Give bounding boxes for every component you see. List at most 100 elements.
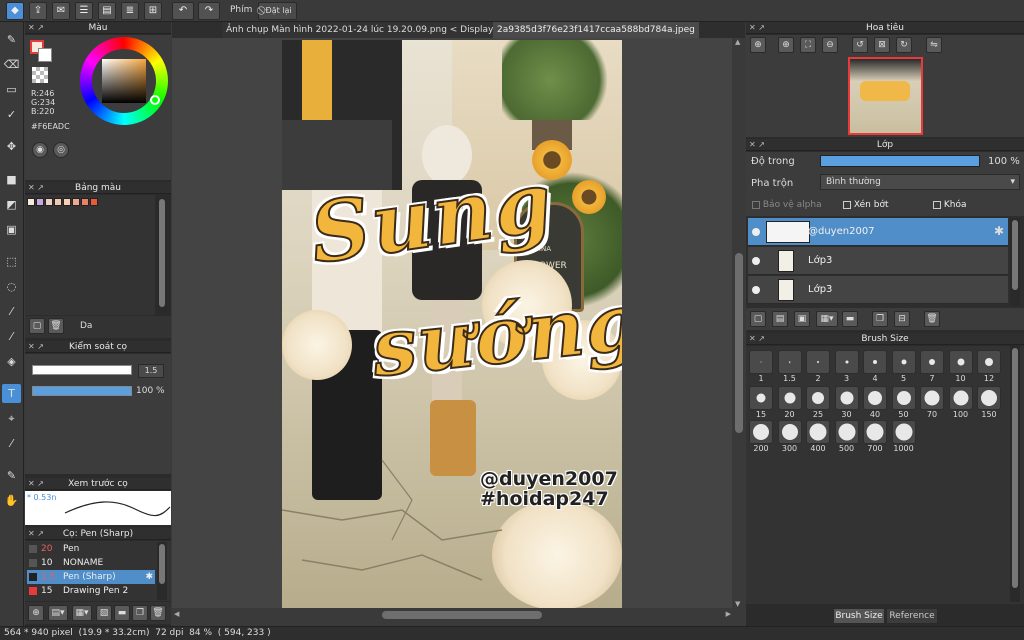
tab-brush-size[interactable]: Brush Size	[833, 608, 885, 624]
new-layer-alt-icon[interactable]: ▤	[772, 311, 788, 327]
color-swatch[interactable]	[45, 198, 53, 206]
swatch-scroll-thumb[interactable]	[159, 199, 165, 307]
layer-settings-icon[interactable]: ✱	[994, 224, 1004, 238]
close-pin-icon[interactable]: ✕ ↗	[28, 341, 44, 353]
delete-layer-icon[interactable]: 🗑	[924, 311, 940, 327]
lasso-tool-icon[interactable]: ◌	[2, 277, 21, 296]
brush-delete-icon[interactable]: 🗑	[150, 605, 166, 621]
brush-options-icon[interactable]: ▤▾	[48, 605, 68, 621]
brush-item-selected[interactable]: 1.5 Pen (Sharp) ✱	[27, 570, 155, 584]
rotate-right-icon[interactable]: ↻	[896, 37, 912, 53]
canvas-horizontal-scrollbar[interactable]: ◀ ▶	[172, 608, 745, 622]
brush-size-cell[interactable]: 1	[748, 350, 774, 383]
hue-marker[interactable]	[150, 95, 160, 105]
transparent-swatch[interactable]	[32, 67, 48, 83]
copy-layer-icon[interactable]: ▣	[794, 311, 810, 327]
zoom-in-alt-icon[interactable]: ⊕	[778, 37, 794, 53]
layer-row-selected[interactable]: @duyen2007 ✱	[748, 218, 1008, 246]
delete-swatch-icon[interactable]: 🗑	[48, 318, 64, 334]
brush-settings-icon[interactable]: ✱	[145, 570, 153, 584]
folder-icon[interactable]: ▬	[842, 311, 858, 327]
duplicate-layer-icon[interactable]: ❐	[872, 311, 888, 327]
close-pin-icon[interactable]: ✕ ↗	[749, 139, 765, 151]
canvas-vertical-scrollbar[interactable]: ▲ ▼	[733, 38, 745, 608]
pen-tool-icon[interactable]: ✎	[2, 30, 21, 49]
selection-tool-icon[interactable]: ⬚	[2, 252, 21, 271]
brush-size-cell[interactable]: 20	[777, 386, 803, 419]
lock-checkbox[interactable]: Khóa	[933, 200, 967, 210]
palette-icon[interactable]: ◉	[32, 142, 48, 158]
brush-size-scroll-thumb[interactable]	[1012, 348, 1018, 588]
color-swatch[interactable]	[81, 198, 89, 206]
chat-icon[interactable]: ✉	[52, 2, 70, 20]
brush-size-cell[interactable]: 500	[834, 420, 860, 453]
scroll-up-arrow-icon[interactable]: ▲	[735, 38, 740, 46]
brush-size-cell[interactable]: 30	[834, 386, 860, 419]
close-pin-icon[interactable]: ✕ ↗	[749, 333, 765, 345]
brush-size-cell[interactable]: 50	[891, 386, 917, 419]
new-layer-icon[interactable]: ▢	[750, 311, 766, 327]
layer-row[interactable]: Lớp3	[748, 247, 1008, 275]
scroll-left-arrow-icon[interactable]: ◀	[174, 610, 179, 618]
artwork-canvas[interactable]: GEMINA FLOWER Sung sướng @duyen2007 #hoi…	[282, 40, 622, 608]
brush-list-scrollbar[interactable]	[157, 542, 167, 600]
undo-icon[interactable]: ↶	[172, 2, 194, 20]
tab-document-1[interactable]: Ảnh chụp Màn hình 2022-01-24 lúc 19.20.0…	[222, 22, 508, 38]
reset-view-icon[interactable]: ⊠	[874, 37, 890, 53]
brush-folder-icon[interactable]: ▬	[114, 605, 130, 621]
fill-rect-icon[interactable]: ■	[2, 170, 21, 189]
brush-list-scroll-thumb[interactable]	[159, 544, 165, 584]
brush-size-cell[interactable]: 1000	[891, 420, 917, 453]
color-swatch[interactable]	[54, 198, 62, 206]
color-swatch[interactable]	[63, 198, 71, 206]
brush-duplicate-icon[interactable]: ❐	[132, 605, 148, 621]
brush-size-cell[interactable]: 7	[919, 350, 945, 383]
fit-view-icon[interactable]: ⛶	[800, 37, 816, 53]
color-swatch[interactable]	[72, 198, 80, 206]
visibility-eye-icon[interactable]	[752, 286, 760, 294]
document-icon[interactable]: ▤	[98, 2, 116, 20]
brush-item[interactable]: 20 Pen	[27, 542, 155, 556]
window-icon[interactable]: ⊞	[144, 2, 162, 20]
navigator-thumbnail[interactable]	[848, 57, 923, 135]
brush-size-cell[interactable]: 700	[862, 420, 888, 453]
brush-size-cell[interactable]: 10	[948, 350, 974, 383]
zoom-out-icon[interactable]: ⊖	[822, 37, 838, 53]
layer-options-icon[interactable]: ▦▾	[816, 311, 838, 327]
protect-alpha-checkbox[interactable]: Bảo vệ alpha	[752, 200, 822, 210]
eyedropper-icon[interactable]: ⁄	[2, 434, 21, 453]
close-pin-icon[interactable]: ✕ ↗	[28, 528, 44, 540]
saturation-value-square[interactable]	[102, 59, 146, 103]
brush-size-value[interactable]: 1.5	[138, 364, 164, 378]
rotate-left-icon[interactable]: ↺	[852, 37, 868, 53]
add-brush-icon[interactable]: ⊕	[28, 605, 44, 621]
flip-view-icon[interactable]: ⇋	[926, 37, 942, 53]
tab-document-2[interactable]: 2a9385d3f76e23f1417ccaa588bd784a.jpeg	[493, 22, 699, 38]
brush-size-cell[interactable]: 4	[862, 350, 888, 383]
hand-tool-icon[interactable]: ✋	[2, 491, 21, 510]
close-pin-icon[interactable]: ✕ ↗	[28, 182, 44, 194]
brush-size-cell[interactable]: 100	[948, 386, 974, 419]
select-pen-icon[interactable]: ⁄	[2, 327, 21, 346]
zoom-in-icon[interactable]: ⊕	[750, 37, 766, 53]
color-swatch[interactable]	[36, 198, 44, 206]
pen-small-icon[interactable]: ✎	[2, 466, 21, 485]
brush-size-cell[interactable]: 12	[976, 350, 1002, 383]
layer-row[interactable]: Lớp3	[748, 276, 1008, 304]
visibility-eye-icon[interactable]	[752, 228, 760, 236]
brush-size-cell[interactable]: 200	[748, 420, 774, 453]
blend-mode-select[interactable]: Bình thường ▾	[820, 174, 1020, 190]
eraser-tool-icon[interactable]: ⌫	[2, 55, 21, 74]
close-pin-icon[interactable]: ✕ ↗	[28, 478, 44, 490]
rect-select-icon[interactable]: ▭	[2, 80, 21, 99]
brush-size-cell[interactable]: 5	[891, 350, 917, 383]
brush-size-cell[interactable]: 15	[748, 386, 774, 419]
list-icon[interactable]: ≣	[121, 2, 139, 20]
brush-size-scrollbar[interactable]	[1010, 346, 1020, 602]
brush-size-cell[interactable]: 25	[805, 386, 831, 419]
select-eraser-icon[interactable]: ◈	[2, 352, 21, 371]
brush-size-cell[interactable]: 70	[919, 386, 945, 419]
brush-size-slider[interactable]	[32, 365, 132, 375]
brush-size-cell[interactable]: 2	[805, 350, 831, 383]
scroll-down-arrow-icon[interactable]: ▼	[735, 600, 740, 608]
